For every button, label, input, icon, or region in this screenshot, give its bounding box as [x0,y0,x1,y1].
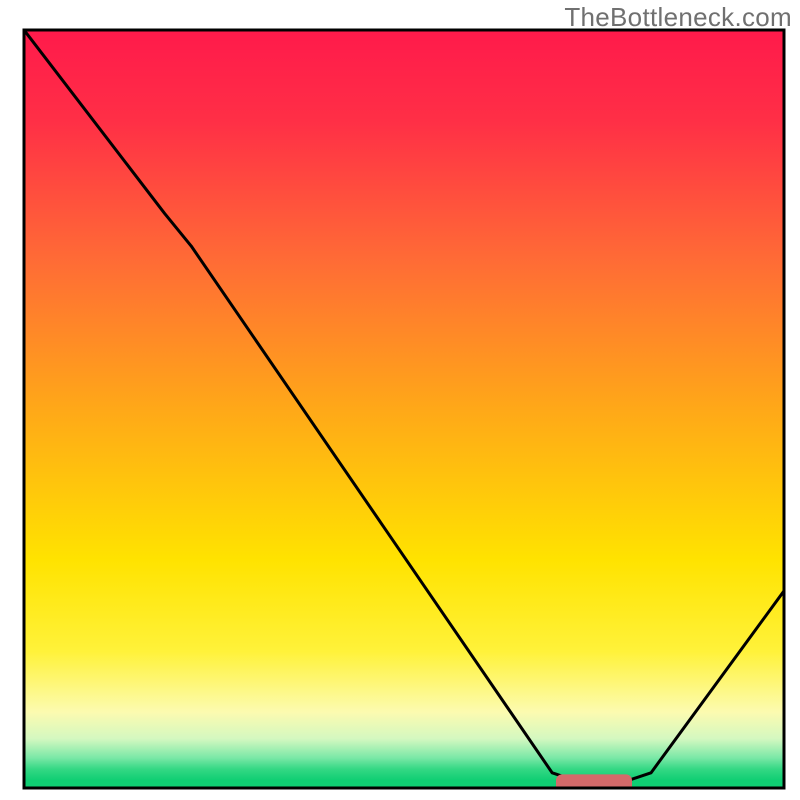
chart-container: TheBottleneck.com [0,0,800,800]
bottleneck-chart [0,0,800,800]
plot-background [24,30,784,788]
optimal-marker [556,774,632,792]
